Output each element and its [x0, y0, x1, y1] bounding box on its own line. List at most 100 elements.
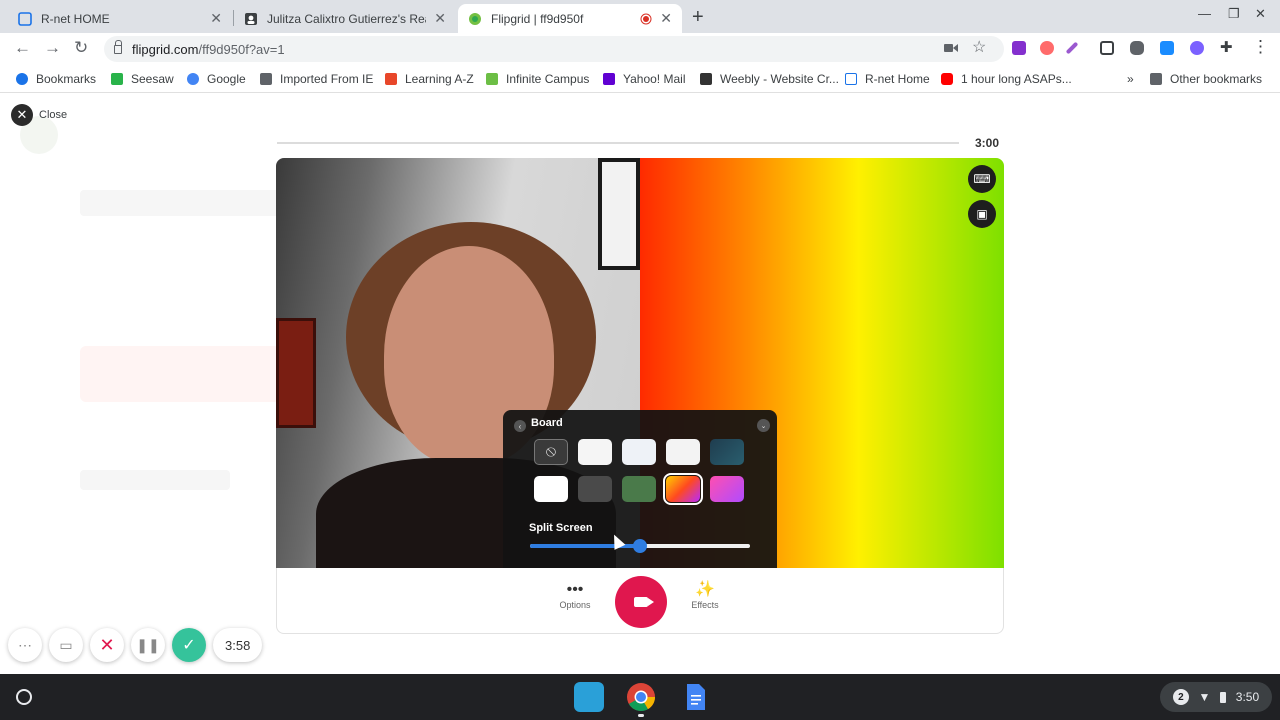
window-close-icon[interactable]: ✕ [1255, 6, 1266, 22]
bookmarks-overflow-button[interactable]: » [1127, 72, 1134, 86]
tab-title: R-net HOME [41, 11, 110, 26]
video-camera-icon [634, 597, 654, 607]
dark-teal-swatch[interactable] [710, 439, 744, 465]
pause-icon[interactable]: ❚❚ [131, 628, 165, 662]
wifi-icon: ▼ [1198, 690, 1211, 704]
options-button[interactable]: ••• Options [545, 580, 605, 610]
bookmark-item[interactable]: Infinite Campus [486, 72, 589, 86]
bookmark-item[interactable]: R-net Home [845, 72, 930, 86]
screen-share-icon[interactable]: ▣ [968, 200, 996, 228]
restore-icon[interactable]: ❐ [1228, 6, 1240, 22]
browser-toolbar: ← → ↻ flipgrid.com/ff9d950f?av=1 ☆ ✚ ⋮ [0, 33, 1280, 65]
extension-gear-icon[interactable] [1190, 41, 1204, 55]
extension-pink-icon[interactable] [1040, 41, 1054, 55]
record-button[interactable] [615, 576, 667, 628]
forward-icon[interactable]: → [44, 38, 61, 58]
dark-gray-swatch[interactable] [578, 476, 612, 502]
white-swatch[interactable] [534, 476, 568, 502]
infinite-campus-icon [486, 73, 498, 85]
clock: 3:50 [1235, 690, 1260, 704]
close-icon: ✕ [11, 104, 33, 126]
yahoo-icon [603, 73, 615, 85]
tab-title: Flipgrid | ff9d950f [491, 11, 584, 26]
board-panel: ‹ Board ⌄ ⦸ Split Screen [503, 410, 777, 570]
rnet-icon [18, 11, 32, 26]
minimize-icon[interactable]: — [1198, 6, 1211, 21]
extension-purple-icon[interactable] [1012, 41, 1026, 55]
checkmark-icon[interactable]: ✓ [172, 628, 206, 662]
wall-frame [598, 158, 640, 270]
learning-az-icon [385, 73, 397, 85]
bookmark-item[interactable]: Weebly - Website Cr... [700, 72, 839, 86]
green-swatch[interactable] [622, 476, 656, 502]
address-bar[interactable]: flipgrid.com/ff9d950f?av=1 [104, 36, 1004, 62]
folder-icon [1150, 73, 1162, 85]
back-chevron-icon[interactable]: ‹ [514, 420, 526, 432]
grid-lined-swatch[interactable] [622, 439, 656, 465]
lock-icon [114, 39, 122, 54]
tab-julitza-reading[interactable]: Julitza Calixtro Gutierrez's Read ✕ [234, 4, 456, 33]
url-host: flipgrid.com [132, 41, 199, 57]
flipgrid-icon [469, 12, 481, 25]
bookmark-label: Other bookmarks [1170, 72, 1263, 86]
grid-white-swatch[interactable] [578, 439, 612, 465]
google-docs-icon[interactable] [680, 682, 710, 712]
more-dots-icon: ••• [566, 581, 584, 598]
recorder-controls: ••• Options ✨ Effects [276, 568, 1004, 634]
bookmark-item[interactable]: Yahoo! Mail [603, 72, 685, 86]
camera-in-use-icon[interactable] [944, 42, 958, 54]
extension-gray-icon[interactable] [1130, 41, 1144, 55]
keyboard-icon[interactable]: ⌨ [968, 165, 996, 193]
faded-heading [80, 190, 280, 216]
google-icon [187, 73, 199, 85]
bookmark-star-icon[interactable]: ☆ [972, 37, 986, 57]
extension-screenshot-icon[interactable] [1100, 41, 1114, 55]
chrome-icon[interactable] [626, 682, 656, 712]
bookmark-label: Imported From IE [280, 72, 374, 86]
none-swatch[interactable]: ⦸ [534, 439, 568, 465]
pink-purple-gradient-swatch[interactable] [710, 476, 744, 502]
seesaw-icon [111, 73, 123, 85]
menu-kebab-icon[interactable]: ⋮ [1252, 37, 1269, 57]
bookmark-item[interactable]: Learning A-Z [385, 72, 474, 86]
extension-blue-icon[interactable] [1160, 41, 1174, 55]
magic-wand-icon: ✨ [695, 581, 715, 598]
other-bookmarks[interactable]: Other bookmarks [1150, 72, 1262, 86]
extensions-puzzle-icon[interactable]: ✚ [1220, 38, 1233, 56]
tab-close-icon[interactable]: ✕ [210, 10, 222, 27]
more-options-icon[interactable]: ⋯ [8, 628, 42, 662]
bookmark-item[interactable]: 1 hour long ASAPs... [941, 72, 1072, 86]
reload-icon[interactable]: ↻ [74, 38, 88, 58]
youtube-icon [941, 73, 953, 85]
tab-flipgrid[interactable]: Flipgrid | ff9d950f ✕ [458, 4, 682, 33]
bookmark-item[interactable]: Imported From IE [260, 72, 373, 86]
bookmark-label: Bookmarks [36, 72, 97, 86]
rainbow-gradient-swatch[interactable] [663, 473, 703, 505]
tab-rnet-home[interactable]: R-net HOME ✕ [8, 4, 232, 33]
bookmark-item[interactable]: Bookmarks [16, 72, 96, 86]
active-app-indicator [638, 714, 644, 717]
bookmark-label: Yahoo! Mail [623, 72, 686, 86]
discard-icon[interactable]: ✕ [90, 628, 124, 662]
light-grid-swatch[interactable] [666, 439, 700, 465]
effects-button[interactable]: ✨ Effects [675, 580, 735, 610]
split-screen-slider[interactable] [530, 539, 750, 553]
bookmark-item[interactable]: Google [187, 72, 246, 86]
folder-icon [260, 73, 272, 85]
tab-close-icon[interactable]: ✕ [434, 10, 446, 27]
status-tray[interactable]: 2 ▼ 3:50 [1160, 682, 1272, 712]
split-slider-thumb[interactable] [633, 539, 647, 553]
wall-picture [276, 318, 316, 428]
chevron-down-icon[interactable]: ⌄ [757, 419, 770, 432]
close-recorder-button[interactable]: ✕ Close [11, 104, 67, 126]
flipgrid-app-icon[interactable] [574, 682, 604, 712]
extension-pen-icon[interactable] [1065, 41, 1079, 55]
close-label: Close [39, 109, 68, 121]
launcher-icon[interactable] [16, 689, 32, 705]
time-remaining: 3:00 [975, 136, 1000, 150]
camera-toggle-icon[interactable]: ▭ [49, 628, 83, 662]
bookmark-item[interactable]: Seesaw [111, 72, 174, 86]
new-tab-icon[interactable]: + [692, 6, 704, 29]
back-icon[interactable]: ← [14, 38, 31, 58]
tab-close-icon[interactable]: ✕ [660, 10, 672, 27]
